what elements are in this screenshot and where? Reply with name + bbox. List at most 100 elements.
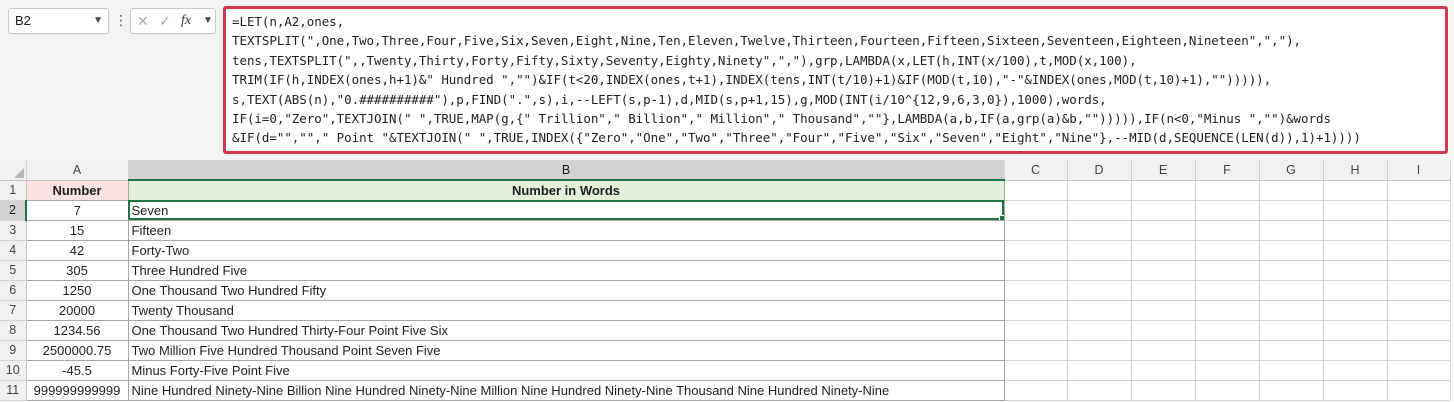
empty-cell[interactable] (1004, 300, 1068, 321)
empty-cell[interactable] (1195, 320, 1260, 341)
empty-cell[interactable] (1387, 280, 1451, 301)
empty-cell[interactable] (1195, 260, 1260, 281)
row-header[interactable]: 11 (0, 380, 27, 401)
empty-cell[interactable] (1387, 220, 1451, 241)
header-cell-number-in-words[interactable]: Number in Words (128, 180, 1005, 201)
empty-cell[interactable] (1195, 280, 1260, 301)
empty-cell[interactable] (1067, 320, 1132, 341)
empty-cell[interactable] (1131, 180, 1196, 201)
cell-words[interactable]: Two Million Five Hundred Thousand Point … (128, 340, 1005, 361)
empty-cell[interactable] (1323, 340, 1388, 361)
empty-cell[interactable] (1323, 360, 1388, 381)
empty-cell[interactable] (1195, 200, 1260, 221)
empty-cell[interactable] (1195, 380, 1260, 401)
empty-cell[interactable] (1131, 340, 1196, 361)
formula-input[interactable]: =LET(n,A2,ones, TEXTSPLIT(",One,Two,Three… (223, 6, 1448, 154)
empty-cell[interactable] (1195, 240, 1260, 261)
empty-cell[interactable] (1131, 380, 1196, 401)
empty-cell[interactable] (1195, 360, 1260, 381)
row-header[interactable]: 3 (0, 220, 27, 241)
empty-cell[interactable] (1004, 360, 1068, 381)
empty-cell[interactable] (1323, 380, 1388, 401)
cell-number[interactable]: 42 (26, 240, 129, 261)
chevron-down-icon[interactable]: ▼ (203, 9, 213, 33)
empty-cell[interactable] (1067, 180, 1132, 201)
empty-cell[interactable] (1259, 240, 1324, 261)
empty-cell[interactable] (1004, 260, 1068, 281)
empty-cell[interactable] (1259, 320, 1324, 341)
more-options-icon[interactable]: ⋮ (114, 11, 128, 31)
empty-cell[interactable] (1259, 180, 1324, 201)
empty-cell[interactable] (1259, 260, 1324, 281)
column-header-i[interactable]: I (1387, 160, 1451, 181)
select-all-corner[interactable] (0, 160, 27, 181)
empty-cell[interactable] (1259, 220, 1324, 241)
cell-words[interactable]: One Thousand Two Hundred Fifty (128, 280, 1005, 301)
cell-words[interactable]: One Thousand Two Hundred Thirty-Four Poi… (128, 320, 1005, 341)
row-header[interactable]: 9 (0, 340, 27, 361)
column-header-h[interactable]: H (1323, 160, 1388, 181)
cell-number[interactable]: 20000 (26, 300, 129, 321)
cell-words[interactable]: Three Hundred Five (128, 260, 1005, 281)
empty-cell[interactable] (1323, 180, 1388, 201)
empty-cell[interactable] (1259, 300, 1324, 321)
row-header[interactable]: 8 (0, 320, 27, 341)
empty-cell[interactable] (1323, 280, 1388, 301)
empty-cell[interactable] (1387, 260, 1451, 281)
column-header-c[interactable]: C (1004, 160, 1068, 181)
empty-cell[interactable] (1131, 280, 1196, 301)
column-header-g[interactable]: G (1259, 160, 1324, 181)
empty-cell[interactable] (1195, 180, 1260, 201)
cell-number[interactable]: 1234.56 (26, 320, 129, 341)
empty-cell[interactable] (1323, 240, 1388, 261)
empty-cell[interactable] (1323, 200, 1388, 221)
empty-cell[interactable] (1004, 200, 1068, 221)
enter-icon[interactable]: ✓ (159, 9, 171, 33)
empty-cell[interactable] (1387, 240, 1451, 261)
empty-cell[interactable] (1067, 380, 1132, 401)
empty-cell[interactable] (1067, 220, 1132, 241)
empty-cell[interactable] (1004, 340, 1068, 361)
empty-cell[interactable] (1323, 300, 1388, 321)
empty-cell[interactable] (1387, 380, 1451, 401)
empty-cell[interactable] (1131, 260, 1196, 281)
row-header[interactable]: 6 (0, 280, 27, 301)
empty-cell[interactable] (1004, 380, 1068, 401)
row-header[interactable]: 7 (0, 300, 27, 321)
empty-cell[interactable] (1004, 220, 1068, 241)
row-header[interactable]: 1 (0, 180, 27, 201)
chevron-down-icon[interactable]: ▼ (93, 9, 103, 33)
empty-cell[interactable] (1387, 200, 1451, 221)
empty-cell[interactable] (1195, 340, 1260, 361)
cell-words[interactable]: Forty-Two (128, 240, 1005, 261)
empty-cell[interactable] (1067, 340, 1132, 361)
empty-cell[interactable] (1004, 280, 1068, 301)
empty-cell[interactable] (1067, 360, 1132, 381)
empty-cell[interactable] (1259, 280, 1324, 301)
column-header-d[interactable]: D (1067, 160, 1132, 181)
select-all-triangle-icon[interactable] (13, 167, 24, 178)
empty-cell[interactable] (1067, 280, 1132, 301)
empty-cell[interactable] (1323, 220, 1388, 241)
empty-cell[interactable] (1195, 300, 1260, 321)
empty-cell[interactable] (1195, 220, 1260, 241)
empty-cell[interactable] (1131, 300, 1196, 321)
row-header[interactable]: 2 (0, 200, 27, 221)
cell-words[interactable]: Nine Hundred Ninety-Nine Billion Nine Hu… (128, 380, 1005, 401)
empty-cell[interactable] (1067, 300, 1132, 321)
empty-cell[interactable] (1067, 200, 1132, 221)
empty-cell[interactable] (1323, 320, 1388, 341)
empty-cell[interactable] (1004, 320, 1068, 341)
column-header-b[interactable]: B (128, 160, 1005, 181)
empty-cell[interactable] (1259, 360, 1324, 381)
cell-words[interactable]: Twenty Thousand (128, 300, 1005, 321)
cell-number[interactable]: -45.5 (26, 360, 129, 381)
cell-number[interactable]: 15 (26, 220, 129, 241)
column-header-e[interactable]: E (1131, 160, 1196, 181)
empty-cell[interactable] (1387, 300, 1451, 321)
empty-cell[interactable] (1067, 240, 1132, 261)
empty-cell[interactable] (1387, 180, 1451, 201)
empty-cell[interactable] (1259, 380, 1324, 401)
empty-cell[interactable] (1067, 260, 1132, 281)
cell-words[interactable]: Fifteen (128, 220, 1005, 241)
